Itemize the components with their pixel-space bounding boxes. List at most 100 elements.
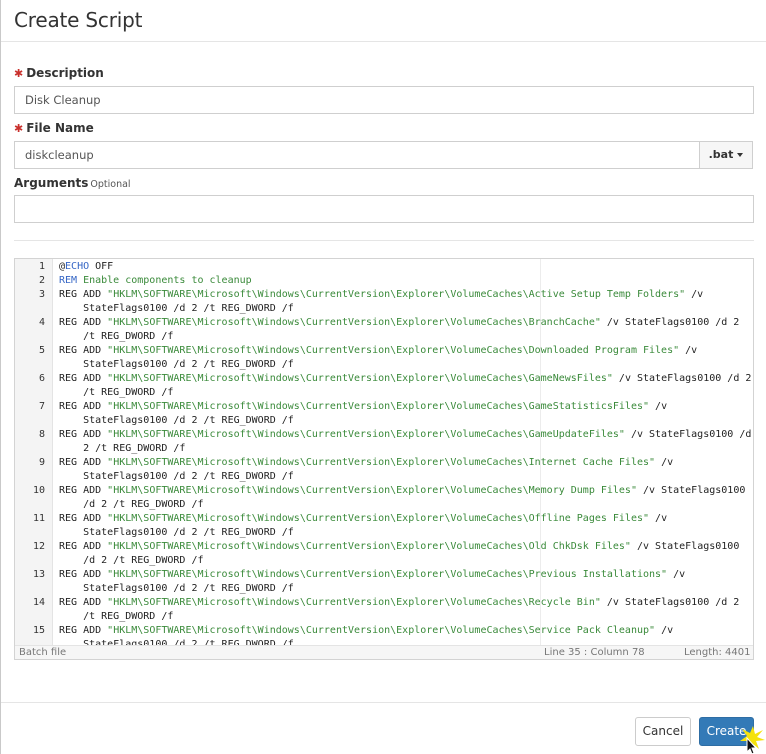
code-token: StateFlags0100 /d 2 /t REG_DWORD /f <box>59 471 294 482</box>
string-token: "HKLM\SOFTWARE\Microsoft\Windows\Current… <box>107 317 601 328</box>
code-token: REG ADD <box>59 429 108 440</box>
string-token: "HKLM\SOFTWARE\Microsoft\Windows\Current… <box>107 401 650 412</box>
line-number: 2 <box>38 275 45 286</box>
code-token: REG ADD <box>59 513 108 524</box>
code-token: /v StateFlags0100 /d 2 <box>612 373 752 384</box>
code-line: 5 REG ADD "HKLM\SOFTWARE\Microsoft\Window… <box>15 344 753 358</box>
code-line: 1 @ECHO OFF <box>15 260 753 274</box>
code-text: REG ADD "HKLM\SOFTWARE\Microsoft\Windows… <box>59 596 739 610</box>
code-line: 7 REG ADD "HKLM\SOFTWARE\Microsoft\Window… <box>15 400 753 414</box>
code-token: StateFlags0100 /d 2 /t REG_DWORD /f <box>59 415 294 426</box>
string-token: "HKLM\SOFTWARE\Microsoft\Windows\Current… <box>107 289 686 300</box>
code-text: REG ADD "HKLM\SOFTWARE\Microsoft\Windows… <box>59 400 667 414</box>
script-editor[interactable]: 1 @ECHO OFF 2 REM Enable components to clea… <box>14 258 754 660</box>
code-text: StateFlags0100 /d 2 /t REG_DWORD /f <box>59 302 294 316</box>
code-token: /v StateFlags0100 /d 2 <box>600 597 740 608</box>
code-area[interactable]: 1 @ECHO OFF 2 REM Enable components to clea… <box>15 259 753 645</box>
optional-hint: Optional <box>90 179 131 190</box>
arguments-input[interactable] <box>14 195 754 223</box>
code-text: REG ADD "HKLM\SOFTWARE\Microsoft\Windows… <box>59 540 739 554</box>
code-token: REG ADD <box>59 317 108 328</box>
code-token: /v StateFlags0100 <box>630 541 740 552</box>
editor-mode: Batch file <box>19 647 67 658</box>
code-text: REG ADD "HKLM\SOFTWARE\Microsoft\Windows… <box>59 624 673 638</box>
required-mark: ✱ <box>14 122 24 135</box>
extension-value: .bat <box>708 148 734 161</box>
code-token: REG ADD <box>59 541 108 552</box>
create-script-dialog: Create Script ✱ Description Disk Cleanup … <box>0 0 766 754</box>
code-text: StateFlags0100 /d 2 /t REG_DWORD /f <box>59 638 294 645</box>
code-line: 6 REG ADD "HKLM\SOFTWARE\Microsoft\Window… <box>15 372 753 386</box>
extension-dropdown[interactable]: .bat <box>699 141 753 169</box>
dialog-title: Create Script <box>14 8 143 32</box>
code-line: 15 REG ADD "HKLM\SOFTWARE\Microsoft\Windo… <box>15 624 753 638</box>
code-line: 2 /t REG_DWORD /f <box>15 442 753 456</box>
string-token: "HKLM\SOFTWARE\Microsoft\Windows\Current… <box>107 569 668 580</box>
code-line: 8 REG ADD "HKLM\SOFTWARE\Microsoft\Window… <box>15 428 753 442</box>
file-name-label-text: File Name <box>26 121 94 135</box>
description-label: ✱ Description <box>14 66 104 80</box>
arguments-label: Arguments Optional <box>14 176 131 190</box>
line-number: 1 <box>38 261 45 272</box>
code-text: REM Enable components to cleanup <box>59 274 252 288</box>
code-line: StateFlags0100 /d 2 /t REG_DWORD /f <box>15 302 753 316</box>
string-token: "HKLM\SOFTWARE\Microsoft\Windows\Current… <box>107 625 656 636</box>
code-line: 11 REG ADD "HKLM\SOFTWARE\Microsoft\Windo… <box>15 512 753 526</box>
code-token: REG ADD <box>59 401 108 412</box>
code-line: 9 REG ADD "HKLM\SOFTWARE\Microsoft\Window… <box>15 456 753 470</box>
code-text: REG ADD "HKLM\SOFTWARE\Microsoft\Windows… <box>59 512 667 526</box>
code-token: /t REG_DWORD /f <box>59 387 174 398</box>
line-number: 11 <box>32 513 45 524</box>
code-token: /v <box>667 569 686 580</box>
code-token: REG ADD <box>59 597 108 608</box>
code-token: StateFlags0100 /d 2 /t REG_DWORD /f <box>59 527 294 538</box>
code-token: REG ADD <box>59 625 108 636</box>
string-token: "HKLM\SOFTWARE\Microsoft\Windows\Current… <box>107 373 613 384</box>
code-token: StateFlags0100 /d 2 /t REG_DWORD /f <box>59 359 294 370</box>
line-number: 6 <box>38 373 45 384</box>
string-token: Enable components to cleanup <box>77 275 252 286</box>
code-line: /d 2 /t REG_DWORD /f <box>15 554 753 568</box>
code-text: REG ADD "HKLM\SOFTWARE\Microsoft\Windows… <box>59 288 703 302</box>
code-token: /t REG_DWORD /f <box>59 611 174 622</box>
line-number: 9 <box>38 457 45 468</box>
code-text: REG ADD "HKLM\SOFTWARE\Microsoft\Windows… <box>59 372 751 386</box>
string-token: "HKLM\SOFTWARE\Microsoft\Windows\Current… <box>107 429 625 440</box>
caret-down-icon <box>737 153 744 157</box>
code-line: StateFlags0100 /d 2 /t REG_DWORD /f <box>15 358 753 372</box>
line-number: 13 <box>32 569 45 580</box>
line-number: 10 <box>32 485 45 496</box>
line-number: 15 <box>32 625 45 636</box>
code-token: 2 /t REG_DWORD /f <box>59 443 186 454</box>
file-name-input[interactable]: diskcleanup <box>14 141 700 169</box>
code-line: 2 REM Enable components to cleanup <box>15 274 753 288</box>
code-line: /t REG_DWORD /f <box>15 386 753 400</box>
code-text: /d 2 /t REG_DWORD /f <box>59 498 204 512</box>
code-text: /t REG_DWORD /f <box>59 610 173 624</box>
code-token: /v StateFlags0100 <box>636 485 746 496</box>
cancel-button[interactable]: Cancel <box>635 717 691 746</box>
description-input[interactable]: Disk Cleanup <box>14 86 754 114</box>
code-token: REG ADD <box>59 345 108 356</box>
code-token: /v StateFlags0100 /d <box>624 429 752 440</box>
code-token: /v <box>649 513 668 524</box>
code-text: @ECHO OFF <box>59 260 113 274</box>
code-token: REG ADD <box>59 457 108 468</box>
string-token: "HKLM\SOFTWARE\Microsoft\Windows\Current… <box>107 541 631 552</box>
arguments-label-text: Arguments <box>14 176 89 190</box>
keyword-token: REM <box>59 275 78 286</box>
code-token: /d 2 /t REG_DWORD /f <box>59 499 204 510</box>
code-token: REG ADD <box>59 485 108 496</box>
file-name-label: ✱ File Name <box>14 121 94 135</box>
code-token: REG ADD <box>59 373 108 384</box>
code-text: REG ADD "HKLM\SOFTWARE\Microsoft\Windows… <box>59 484 745 498</box>
code-token: REG ADD <box>59 569 108 580</box>
line-number: 5 <box>38 345 45 356</box>
code-text: /t REG_DWORD /f <box>59 386 173 400</box>
code-text: REG ADD "HKLM\SOFTWARE\Microsoft\Windows… <box>59 316 739 330</box>
editor-status-bar: Batch file Line 35 : Column 78 Length: 4… <box>15 645 753 659</box>
code-line: 13 REG ADD "HKLM\SOFTWARE\Microsoft\Windo… <box>15 568 753 582</box>
code-text: StateFlags0100 /d 2 /t REG_DWORD /f <box>59 414 294 428</box>
string-token: "HKLM\SOFTWARE\Microsoft\Windows\Current… <box>107 597 601 608</box>
code-token: REG ADD <box>59 289 108 300</box>
